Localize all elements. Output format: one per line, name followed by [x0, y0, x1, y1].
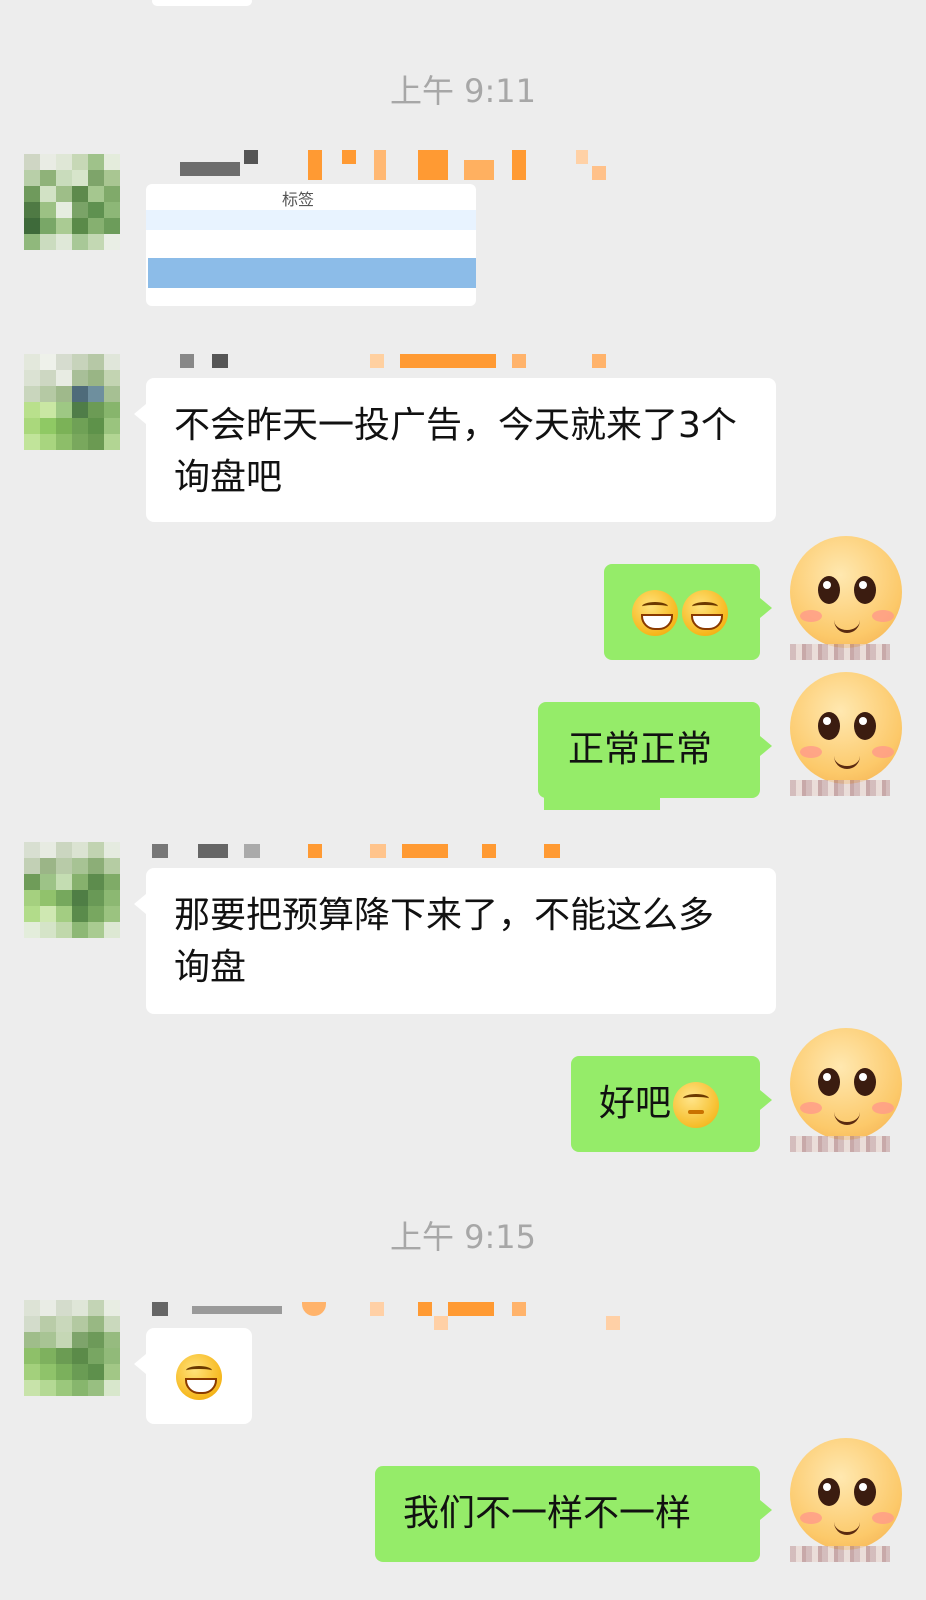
- incoming-message-bubble[interactable]: [134, 1328, 252, 1424]
- my-avatar[interactable]: [790, 672, 902, 796]
- contact-avatar[interactable]: [24, 154, 120, 250]
- message-text: 那要把预算降下来了，不能这么多询盘: [174, 895, 715, 988]
- sender-name-pixelated: [152, 150, 612, 180]
- outgoing-message-bubble[interactable]: 正常正常: [538, 702, 772, 798]
- contact-avatar[interactable]: [24, 842, 120, 938]
- my-avatar[interactable]: [790, 536, 902, 660]
- timestamp: 上午 9:15: [389, 1218, 537, 1256]
- contact-avatar[interactable]: [24, 354, 120, 450]
- grin-emoji-icon: [632, 590, 678, 636]
- my-avatar[interactable]: [790, 1028, 902, 1152]
- smiley-face-icon: [790, 536, 902, 648]
- blush-emoji-icon: [673, 1082, 720, 1128]
- message-text: 不会昨天一投广告，今天就来了3个询盘吧: [174, 405, 737, 498]
- bubble-shadow: [544, 794, 660, 810]
- outgoing-message-bubble[interactable]: 好吧: [571, 1056, 772, 1152]
- timestamp: 上午 9:11: [389, 72, 537, 110]
- image-tag-label: 标签: [282, 190, 315, 209]
- grin-emoji-icon: [176, 1354, 222, 1400]
- grin-emoji-icon: [682, 590, 728, 636]
- previous-message-edge: [152, 0, 252, 6]
- smiley-face-icon: [790, 1438, 902, 1550]
- smiley-face-icon: [790, 672, 902, 784]
- outgoing-message-bubble[interactable]: [604, 564, 772, 660]
- smiley-face-icon: [790, 1028, 902, 1140]
- sender-name-pixelated: [152, 1298, 620, 1330]
- message-text: 我们不一样不一样: [403, 1493, 692, 1534]
- image-message[interactable]: 标签: [146, 184, 476, 306]
- message-text: 好吧: [599, 1083, 672, 1124]
- outgoing-message-bubble[interactable]: 我们不一样不一样: [375, 1466, 772, 1562]
- message-text: 正常正常: [568, 729, 713, 770]
- incoming-message-bubble[interactable]: 那要把预算降下来了，不能这么多询盘: [134, 868, 776, 1014]
- incoming-message-bubble[interactable]: 不会昨天一投广告，今天就来了3个询盘吧: [134, 378, 776, 522]
- my-avatar[interactable]: [790, 1438, 902, 1562]
- contact-avatar[interactable]: [24, 1300, 120, 1396]
